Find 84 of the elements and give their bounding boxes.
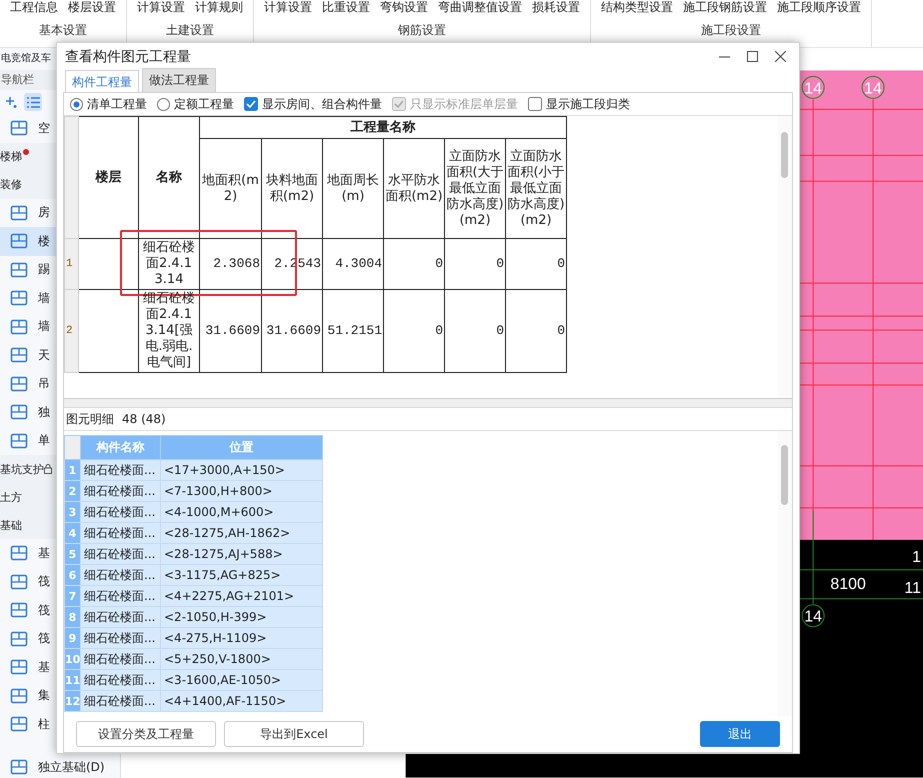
table-cell: <17+3000,A+150>	[160, 460, 322, 480]
group-label: 基坑支护	[0, 462, 44, 476]
dimension-label: 11	[904, 580, 921, 597]
dimension-label: 1	[912, 548, 921, 566]
table-cell: 0	[384, 290, 444, 372]
project-name: 电竞馆及车	[0, 52, 51, 66]
table-cell: 细石砼楼面...	[80, 564, 160, 586]
table-cell: 细石砼楼面...	[80, 502, 160, 522]
table-cell: 细石砼楼面...	[80, 460, 160, 480]
table-cell: 细石砼楼面...	[80, 606, 160, 628]
axis-marker: 14	[802, 76, 825, 99]
table-cell: 4.3004	[322, 238, 384, 290]
row-number: 2	[64, 480, 80, 502]
column-header: 立面防水面积(小于最低立面防水高度)(m2)	[506, 138, 566, 238]
column-header: 地面积(m2)	[200, 138, 262, 238]
option-label: 定额工程量	[174, 96, 234, 112]
group-label: 基础	[0, 518, 22, 532]
table-cell: 细石砼楼面...	[80, 544, 160, 564]
row-number: 5	[64, 544, 80, 564]
option-label: 只显示标准层单层量	[410, 96, 518, 112]
row-number: 12	[64, 690, 80, 712]
row-number: 7	[64, 586, 80, 606]
ribbon-group-label: 土建设置	[166, 22, 214, 39]
option-label: 显示施工段归类	[546, 96, 630, 112]
table-cell: 0	[444, 290, 506, 372]
table-cell: 0	[506, 238, 566, 290]
column-header: 楼层	[78, 116, 138, 238]
option-label: 清单工程量	[87, 96, 147, 112]
group-label: 楼梯	[0, 149, 22, 164]
table-cell: <4-1000,M+600>	[160, 502, 322, 522]
section-label: 图元明细	[66, 410, 114, 428]
column-header: 名称	[138, 116, 200, 238]
option-label: 显示房间、组合构件量	[262, 96, 382, 112]
dialog-title: 查看构件图元工程量	[65, 48, 192, 66]
table-cell: <4+1400,AF-1150>	[160, 690, 322, 712]
table-cell: <3-1600,AE-1050>	[160, 670, 322, 690]
table-cell: 细石砼楼面...	[80, 586, 160, 606]
table-cell: 细石砼楼面...	[80, 690, 160, 712]
row-number: 6	[64, 564, 80, 586]
ribbon-group-label: 钢筋设置	[398, 22, 446, 39]
count-label: 48 (48)	[122, 412, 166, 426]
table-cell: <28-1275,AH-1862>	[160, 522, 322, 544]
table-cell: 0	[506, 290, 566, 372]
table-cell: 31.6609	[262, 290, 322, 372]
row-number: 2	[64, 290, 78, 372]
row-number: 3	[64, 502, 80, 522]
dimension-label: 8100	[830, 576, 866, 593]
row-number: 1	[64, 238, 78, 290]
table-cell: <28-1275,AJ+588>	[160, 544, 322, 564]
column-header: 立面防水面积(大于最低立面防水高度)(m2)	[444, 138, 506, 238]
table-cell: <4-275,H-1109>	[160, 628, 322, 648]
row-number: 9	[64, 628, 80, 648]
table-cell: 51.2151	[322, 290, 384, 372]
table-cell: <2-1050,H-399>	[160, 606, 322, 628]
row-number: 4	[64, 522, 80, 544]
table-cell: 0	[384, 238, 444, 290]
axis-marker: 14	[802, 604, 825, 628]
table-cell: <5+250,V-1800>	[160, 648, 322, 670]
table-cell: <7-1300,H+800>	[160, 480, 322, 502]
table-cell: 细石砼楼面...	[80, 480, 160, 502]
table-cell: 细石砼楼面...	[80, 522, 160, 544]
axis-marker: 14	[862, 76, 885, 99]
table-cell: 2.3068	[200, 238, 262, 290]
table-cell: 0	[444, 238, 506, 290]
row-number: 8	[64, 606, 80, 628]
group-label: 装修	[0, 177, 22, 192]
column-group-header: 工程量名称	[200, 116, 566, 138]
table-cell: 31.6609	[200, 290, 262, 372]
ribbon-group-label: 基本设置	[39, 22, 87, 39]
column-header: 位置	[160, 436, 322, 460]
table-cell: <3-1175,AG+825>	[160, 564, 322, 586]
row-number: 1	[64, 460, 80, 480]
row-number: 10	[64, 648, 80, 670]
column-header: 地面周长(m)	[322, 138, 384, 238]
table-cell: 细石砼楼面...	[80, 670, 160, 690]
ribbon-group-label: 施工段设置	[701, 22, 761, 39]
column-header: 水平防水面积(m2)	[384, 138, 444, 238]
group-label: 土方	[0, 490, 22, 504]
column-header: 构件名称	[80, 436, 160, 460]
table-cell: <4+2275,AG+2101>	[160, 586, 322, 606]
column-header: 块料地面积(m2)	[262, 138, 322, 238]
table-cell: 细石砼楼面...	[80, 628, 160, 648]
row-number: 11	[64, 670, 80, 690]
table-cell: 细石砼楼面...	[80, 648, 160, 670]
